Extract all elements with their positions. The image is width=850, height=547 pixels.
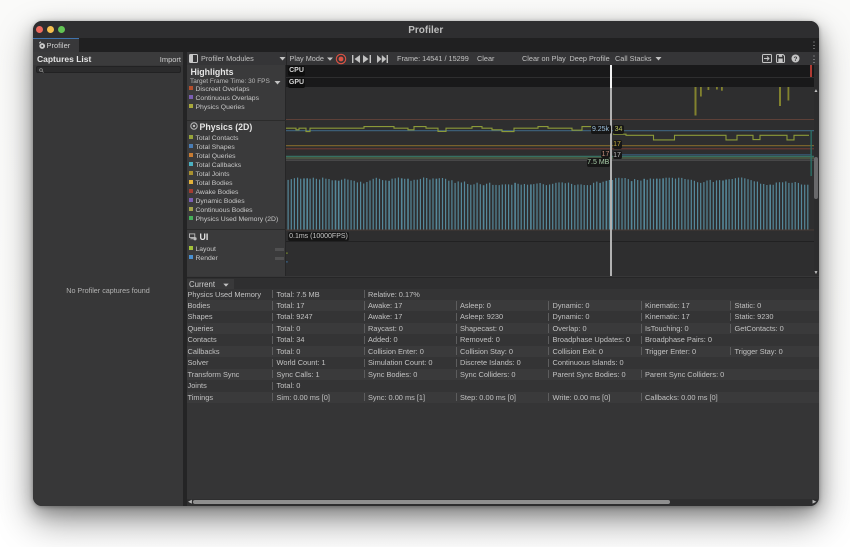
svg-text:?: ? [794,56,798,63]
